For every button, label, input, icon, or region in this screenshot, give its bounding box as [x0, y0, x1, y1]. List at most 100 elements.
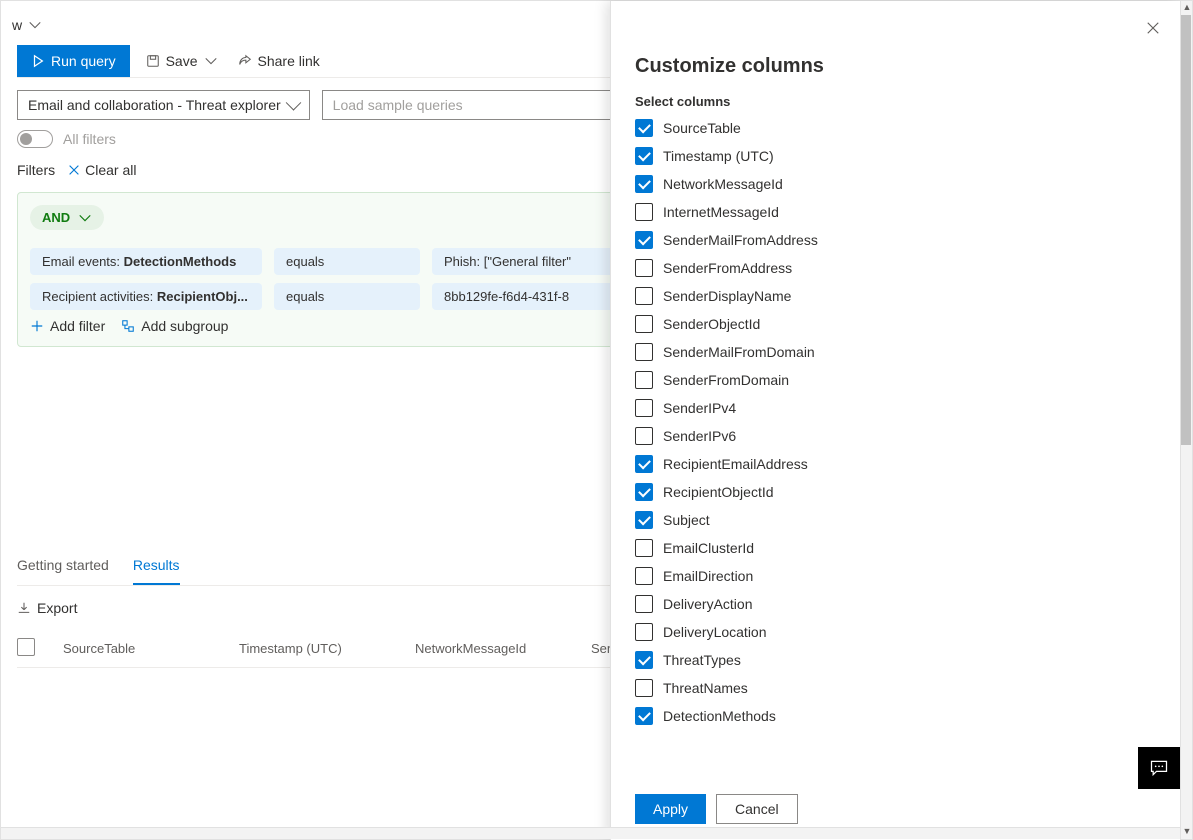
- share-icon: [238, 54, 252, 68]
- checkbox[interactable]: [635, 175, 653, 193]
- column-option[interactable]: EmailDirection: [635, 567, 1156, 585]
- checkbox[interactable]: [635, 147, 653, 165]
- chat-icon: [1149, 758, 1169, 778]
- save-icon: [146, 54, 160, 68]
- column-option-label: SenderMailFromAddress: [663, 232, 818, 248]
- column-list: SourceTable Timestamp (UTC) NetworkMessage…: [635, 119, 1156, 780]
- checkbox[interactable]: [635, 231, 653, 249]
- column-option[interactable]: SenderObjectId: [635, 315, 1156, 333]
- select-all-checkbox[interactable]: [17, 638, 35, 656]
- column-option-label: Timestamp (UTC): [663, 148, 774, 164]
- checkbox[interactable]: [635, 371, 653, 389]
- checkbox[interactable]: [635, 707, 653, 725]
- column-option[interactable]: DeliveryLocation: [635, 623, 1156, 641]
- close-icon: [1146, 21, 1160, 35]
- checkbox[interactable]: [635, 315, 653, 333]
- checkbox[interactable]: [635, 679, 653, 697]
- column-option-label: SenderObjectId: [663, 316, 760, 332]
- close-panel-button[interactable]: [1142, 17, 1164, 42]
- plus-icon: [30, 319, 44, 333]
- column-option-label: RecipientEmailAddress: [663, 456, 808, 472]
- logic-operator-chip[interactable]: AND: [30, 205, 104, 230]
- clear-all-button[interactable]: Clear all: [67, 162, 136, 178]
- column-option[interactable]: ThreatTypes: [635, 651, 1156, 669]
- column-option-label: SourceTable: [663, 120, 741, 136]
- column-header[interactable]: NetworkMessageId: [415, 641, 575, 656]
- checkbox[interactable]: [635, 399, 653, 417]
- column-option-label: NetworkMessageId: [663, 176, 783, 192]
- all-filters-toggle[interactable]: [17, 130, 53, 148]
- column-option-label: SenderDisplayName: [663, 288, 791, 304]
- column-option-label: Subject: [663, 512, 710, 528]
- column-option[interactable]: NetworkMessageId: [635, 175, 1156, 193]
- column-option[interactable]: SenderIPv4: [635, 399, 1156, 417]
- column-option[interactable]: InternetMessageId: [635, 203, 1156, 221]
- column-option-label: EmailDirection: [663, 568, 753, 584]
- column-option[interactable]: DetectionMethods: [635, 707, 1156, 725]
- vertical-scrollbar[interactable]: ▲ ▼: [1180, 1, 1192, 839]
- checkbox[interactable]: [635, 567, 653, 585]
- chevron-down-icon: [204, 54, 218, 68]
- column-header[interactable]: SourceTable: [63, 641, 223, 656]
- add-filter-button[interactable]: Add filter: [30, 318, 105, 334]
- download-icon: [17, 601, 31, 615]
- checkbox[interactable]: [635, 539, 653, 557]
- column-option[interactable]: DeliveryAction: [635, 595, 1156, 613]
- column-option-label: RecipientObjectId: [663, 484, 774, 500]
- filter-operator-chip[interactable]: equals: [274, 248, 420, 275]
- checkbox[interactable]: [635, 203, 653, 221]
- panel-title: Customize columns: [635, 55, 1156, 78]
- tab-getting-started[interactable]: Getting started: [17, 547, 109, 585]
- cancel-button[interactable]: Cancel: [716, 794, 798, 824]
- checkbox[interactable]: [635, 511, 653, 529]
- column-option-label: ThreatTypes: [663, 652, 741, 668]
- column-option[interactable]: SourceTable: [635, 119, 1156, 137]
- column-option[interactable]: SenderFromDomain: [635, 371, 1156, 389]
- run-query-button[interactable]: Run query: [17, 45, 130, 77]
- column-option[interactable]: Timestamp (UTC): [635, 147, 1156, 165]
- feedback-button[interactable]: [1138, 747, 1180, 789]
- export-button[interactable]: Export: [17, 600, 77, 616]
- checkbox[interactable]: [635, 287, 653, 305]
- checkbox[interactable]: [635, 259, 653, 277]
- apply-button[interactable]: Apply: [635, 794, 706, 824]
- horizontal-scrollbar[interactable]: [1, 827, 1180, 839]
- filter-operator-chip[interactable]: equals: [274, 283, 420, 310]
- checkbox[interactable]: [635, 483, 653, 501]
- column-option[interactable]: RecipientEmailAddress: [635, 455, 1156, 473]
- column-option[interactable]: EmailClusterId: [635, 539, 1156, 557]
- chevron-down-icon: [28, 18, 42, 32]
- column-option[interactable]: SenderDisplayName: [635, 287, 1156, 305]
- column-option-label: InternetMessageId: [663, 204, 779, 220]
- filter-field-chip[interactable]: Email events: DetectionMethods: [30, 248, 262, 275]
- column-option-label: ThreatNames: [663, 680, 748, 696]
- checkbox[interactable]: [635, 455, 653, 473]
- column-option-label: DetectionMethods: [663, 708, 776, 724]
- column-option[interactable]: SenderFromAddress: [635, 259, 1156, 277]
- subgroup-icon: [121, 319, 135, 333]
- column-option[interactable]: ThreatNames: [635, 679, 1156, 697]
- checkbox[interactable]: [635, 427, 653, 445]
- column-option-label: SenderMailFromDomain: [663, 344, 815, 360]
- checkbox[interactable]: [635, 595, 653, 613]
- column-option[interactable]: Subject: [635, 511, 1156, 529]
- column-header[interactable]: Timestamp (UTC): [239, 641, 399, 656]
- column-option-label: DeliveryLocation: [663, 624, 767, 640]
- column-option[interactable]: SenderMailFromAddress: [635, 231, 1156, 249]
- column-option[interactable]: SenderMailFromDomain: [635, 343, 1156, 361]
- share-link-button[interactable]: Share link: [234, 47, 324, 75]
- checkbox[interactable]: [635, 651, 653, 669]
- tab-results[interactable]: Results: [133, 547, 180, 585]
- checkbox[interactable]: [635, 119, 653, 137]
- checkbox[interactable]: [635, 623, 653, 641]
- checkbox[interactable]: [635, 343, 653, 361]
- data-source-dropdown[interactable]: Email and collaboration - Threat explore…: [17, 90, 310, 120]
- column-option[interactable]: RecipientObjectId: [635, 483, 1156, 501]
- all-filters-label: All filters: [63, 131, 116, 147]
- save-button[interactable]: Save: [142, 47, 222, 75]
- filter-field-chip[interactable]: Recipient activities: RecipientObj...: [30, 283, 262, 310]
- add-subgroup-button[interactable]: Add subgroup: [121, 318, 228, 334]
- column-option[interactable]: SenderIPv6: [635, 427, 1156, 445]
- column-option-label: DeliveryAction: [663, 596, 752, 612]
- column-option-label: EmailClusterId: [663, 540, 754, 556]
